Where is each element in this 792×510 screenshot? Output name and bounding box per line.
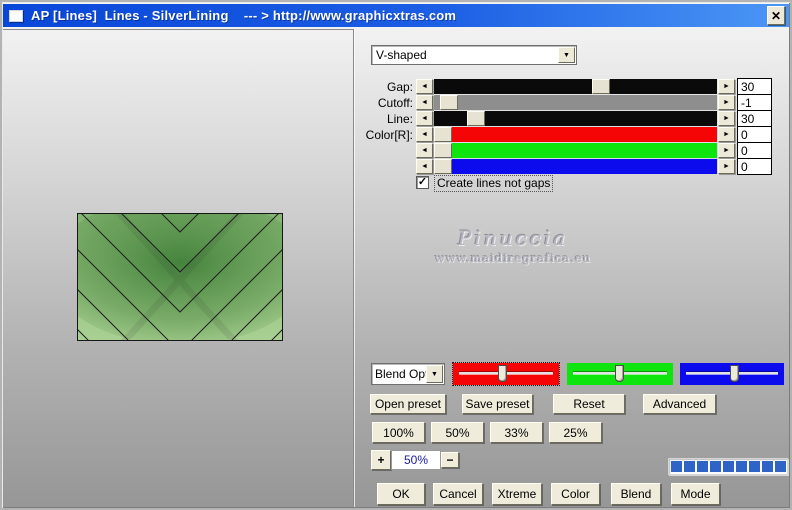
gap-label: Gap: bbox=[386, 80, 413, 94]
ok-button[interactable]: OK bbox=[377, 483, 425, 505]
color-blue-value-input[interactable] bbox=[737, 158, 772, 175]
zoom-33-button[interactable]: 33% bbox=[490, 422, 543, 443]
save-preset-button[interactable]: Save preset bbox=[462, 394, 533, 414]
cutoff-slider-row: Cutoff: ◄ ► bbox=[0, 94, 792, 111]
color-blue-slider-thumb[interactable] bbox=[434, 159, 452, 174]
mode-button[interactable]: Mode bbox=[671, 483, 720, 505]
progress-segment bbox=[775, 461, 786, 472]
gap-slider-row: Gap: ◄ ► bbox=[0, 78, 792, 95]
arrow-left-icon[interactable]: ◄ bbox=[416, 95, 433, 110]
red-mix-slider[interactable] bbox=[452, 362, 560, 386]
color-green-slider-row: ◄ ► bbox=[0, 142, 792, 159]
cutoff-slider-track[interactable] bbox=[434, 95, 717, 110]
progress-segment bbox=[710, 461, 721, 472]
preset-dropdown-value: V-shaped bbox=[376, 48, 427, 62]
line-slider-row: Line: ◄ ► bbox=[0, 110, 792, 127]
reset-button[interactable]: Reset bbox=[553, 394, 625, 414]
cutoff-label: Cutoff: bbox=[377, 96, 413, 110]
progress-segment bbox=[684, 461, 695, 472]
color-red-slider-thumb[interactable] bbox=[434, 127, 452, 142]
advanced-button[interactable]: Advanced bbox=[643, 394, 716, 414]
arrow-left-icon[interactable]: ◄ bbox=[416, 159, 433, 174]
progress-segment bbox=[736, 461, 747, 472]
zoom-level-value: 50% bbox=[391, 450, 441, 470]
blue-mix-slider[interactable] bbox=[680, 363, 784, 385]
arrow-right-icon[interactable]: ► bbox=[718, 95, 735, 110]
color-green-slider-track[interactable] bbox=[434, 143, 717, 158]
v-shaped-pattern-preview bbox=[78, 214, 282, 340]
zoom-in-button[interactable]: + bbox=[371, 450, 391, 470]
green-mix-slider[interactable] bbox=[567, 363, 673, 385]
open-preset-button[interactable]: Open preset bbox=[370, 394, 446, 414]
zoom-100-button[interactable]: 100% bbox=[372, 422, 425, 443]
preview-image[interactable] bbox=[77, 213, 283, 341]
cutoff-slider-thumb[interactable] bbox=[440, 95, 458, 110]
cancel-button[interactable]: Cancel bbox=[433, 483, 483, 505]
gap-slider-track[interactable] bbox=[434, 79, 717, 94]
arrow-left-icon[interactable]: ◄ bbox=[416, 143, 433, 158]
blend-button[interactable]: Blend bbox=[611, 483, 661, 505]
xtreme-button[interactable]: Xtreme bbox=[492, 483, 542, 505]
gap-slider-thumb[interactable] bbox=[592, 79, 610, 94]
progress-segment bbox=[697, 461, 708, 472]
watermark-site: www.maidiregrafica.eu bbox=[434, 251, 592, 265]
close-icon: ✕ bbox=[770, 8, 782, 23]
close-button[interactable]: ✕ bbox=[767, 6, 785, 25]
red-mix-slider-thumb[interactable] bbox=[498, 365, 507, 382]
watermark: Pinuccia www.maidiregrafica.eu bbox=[398, 226, 628, 265]
arrow-right-icon[interactable]: ► bbox=[718, 127, 735, 142]
create-lines-checkbox[interactable]: ✓ bbox=[416, 176, 429, 189]
color-red-slider-row: Color[R]: ◄ ► bbox=[0, 126, 792, 143]
line-slider-thumb[interactable] bbox=[467, 111, 485, 126]
blend-options-value: Blend Opti bbox=[375, 367, 427, 381]
color-blue-slider-row: ◄ ► bbox=[0, 158, 792, 175]
color-green-slider-thumb[interactable] bbox=[434, 143, 452, 158]
arrow-left-icon[interactable]: ◄ bbox=[416, 79, 433, 94]
progress-segment bbox=[762, 461, 773, 472]
progress-segment bbox=[671, 461, 682, 472]
color-red-value-input[interactable] bbox=[737, 126, 772, 143]
progress-segment bbox=[749, 461, 760, 472]
chevron-down-icon[interactable]: ▼ bbox=[426, 365, 443, 383]
line-value-input[interactable] bbox=[737, 110, 772, 127]
arrow-right-icon[interactable]: ► bbox=[718, 79, 735, 94]
progress-segment bbox=[723, 461, 734, 472]
blue-mix-slider-thumb[interactable] bbox=[730, 365, 739, 382]
arrow-right-icon[interactable]: ► bbox=[718, 111, 735, 126]
arrow-left-icon[interactable]: ◄ bbox=[416, 127, 433, 142]
check-icon: ✓ bbox=[417, 176, 428, 188]
gap-value-input[interactable] bbox=[737, 78, 772, 95]
blend-options-dropdown[interactable]: Blend Opti ▼ bbox=[371, 363, 445, 385]
zoom-out-button[interactable]: − bbox=[441, 452, 459, 468]
progress-bar bbox=[668, 458, 788, 475]
watermark-name: Pinuccia bbox=[457, 226, 569, 250]
line-label: Line: bbox=[386, 112, 413, 126]
preset-dropdown[interactable]: V-shaped ▼ bbox=[371, 45, 577, 65]
line-slider-track[interactable] bbox=[434, 111, 717, 126]
green-mix-slider-thumb[interactable] bbox=[615, 365, 624, 382]
cutoff-value-input[interactable] bbox=[737, 94, 772, 111]
zoom-50-button[interactable]: 50% bbox=[431, 422, 484, 443]
create-lines-checkbox-label[interactable]: Create lines not gaps bbox=[434, 175, 554, 192]
arrow-right-icon[interactable]: ► bbox=[718, 143, 735, 158]
color-red-slider-track[interactable] bbox=[434, 127, 717, 142]
title-bar[interactable]: AP [Lines] Lines - SilverLining --- > ht… bbox=[2, 4, 790, 27]
color-blue-slider-track[interactable] bbox=[434, 159, 717, 174]
arrow-right-icon[interactable]: ► bbox=[718, 159, 735, 174]
zoom-25-button[interactable]: 25% bbox=[549, 422, 602, 443]
color-button[interactable]: Color bbox=[551, 483, 600, 505]
app-icon bbox=[9, 9, 23, 22]
chevron-down-icon[interactable]: ▼ bbox=[558, 47, 575, 63]
arrow-left-icon[interactable]: ◄ bbox=[416, 111, 433, 126]
color-r-label: Color[R]: bbox=[365, 128, 413, 142]
plugin-dialog: AP [Lines] Lines - SilverLining --- > ht… bbox=[0, 0, 792, 510]
window-title: AP [Lines] Lines - SilverLining --- > ht… bbox=[31, 8, 457, 23]
color-green-value-input[interactable] bbox=[737, 142, 772, 159]
